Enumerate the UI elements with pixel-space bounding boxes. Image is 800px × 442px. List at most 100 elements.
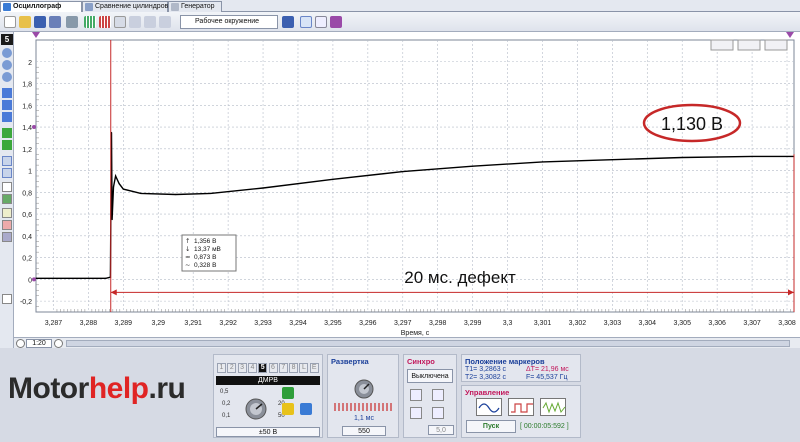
zoom-out-icon[interactable] <box>2 60 12 70</box>
sync-mode-select[interactable]: Выключена <box>407 369 453 383</box>
watermark-part1: Motor <box>8 372 89 405</box>
volt-dial[interactable] <box>234 387 278 427</box>
channel-button-2[interactable]: 2 <box>227 363 237 373</box>
level-marker <box>32 125 36 130</box>
measure-icon[interactable] <box>2 194 12 204</box>
tab-generator[interactable]: Генератор <box>168 1 222 12</box>
readout-min-icon: ↓ <box>185 245 190 253</box>
zoom-reset-icon[interactable] <box>2 72 12 82</box>
sweep-value-input[interactable]: 550 <box>342 426 386 436</box>
new-file-icon[interactable] <box>4 16 16 28</box>
save-as-icon[interactable] <box>49 16 61 28</box>
layout-icon[interactable] <box>330 16 342 28</box>
settings-button[interactable] <box>300 403 312 415</box>
y-tick-label: 0,6 <box>22 212 32 219</box>
y-tick-label: 1 <box>28 169 32 176</box>
zoom-icon[interactable] <box>315 16 327 28</box>
voltage-annotation: 1,130 В <box>661 114 723 134</box>
channel-button-E[interactable]: E <box>309 363 319 373</box>
channel-group: 12345678LE ДМРВ 0,5 0,2 0,1 20 50 ±50 В <box>213 354 323 438</box>
environment-select[interactable]: Рабочее окружение <box>180 15 278 29</box>
open-folder-icon[interactable] <box>19 16 31 28</box>
sync-rising-icon[interactable] <box>410 389 422 401</box>
marker-t1-button <box>710 39 734 51</box>
series-point <box>122 188 124 190</box>
cylinder-icon <box>85 3 93 11</box>
sweep-dial[interactable] <box>342 369 386 405</box>
save-icon[interactable] <box>34 16 46 28</box>
x-tick-label: 3,307 <box>743 320 761 327</box>
zoom-in-icon[interactable] <box>2 48 12 58</box>
y-tick-label: 0,8 <box>22 190 32 197</box>
filter-icon[interactable] <box>2 220 12 230</box>
mode-sine-button[interactable] <box>476 398 502 416</box>
series-point <box>751 155 753 158</box>
channel-button-7[interactable]: 7 <box>278 363 288 373</box>
series-point <box>611 159 613 161</box>
x-tick-label: 3,303 <box>604 320 622 327</box>
arrow-up-icon[interactable] <box>2 88 12 98</box>
tab-cylinder-compare[interactable]: Сравнение цилиндров <box>82 1 168 12</box>
watermark-part3: .ru <box>148 372 186 405</box>
start-button[interactable]: Пуск <box>466 420 516 433</box>
channel-button-8[interactable]: 8 <box>289 363 299 373</box>
channel-button-6[interactable]: 6 <box>268 363 278 373</box>
oscillogram-chart[interactable]: 2 1,8 1,6 1,4 1,2 1 0,8 0,6 0,4 0,2 0 -0,2 3,287 3,28… <box>14 32 800 337</box>
arrow-down-icon[interactable] <box>2 112 12 122</box>
channel-button-1[interactable]: 1 <box>217 363 226 373</box>
sync-pulse-icon[interactable] <box>410 407 422 419</box>
waveform-2-icon[interactable] <box>99 16 111 28</box>
save-environment-icon[interactable] <box>282 16 294 28</box>
control-title: Управление <box>465 388 510 397</box>
zoom-in-time-icon[interactable] <box>54 339 63 348</box>
waveform-1-icon[interactable] <box>84 16 96 28</box>
cursor-pair-icon[interactable] <box>2 168 12 178</box>
arrow-up-small-icon[interactable] <box>2 100 12 110</box>
y-tick-label: 0,2 <box>22 256 32 263</box>
y-tick-label: 1,4 <box>22 125 32 132</box>
readout-min: 13,37 мВ <box>194 246 221 253</box>
power-button[interactable] <box>282 387 294 399</box>
channel-button-5[interactable]: 5 <box>258 363 268 373</box>
text-icon[interactable] <box>2 182 12 192</box>
mode-pulse-button[interactable] <box>508 398 534 416</box>
scroll-left-icon[interactable] <box>2 294 12 304</box>
zoom-out-time-icon[interactable] <box>16 339 25 348</box>
shift-down-icon[interactable] <box>2 140 12 150</box>
waveform-6-icon[interactable] <box>159 16 171 28</box>
volt-range[interactable]: ±50 В <box>216 427 320 437</box>
zero-level-marker <box>32 277 36 282</box>
spectrum-icon[interactable] <box>2 232 12 242</box>
start-label: Пуск <box>482 423 500 430</box>
series-point <box>210 192 212 195</box>
mode-noise-button[interactable] <box>540 398 566 416</box>
x-tick-label: 3,294 <box>289 320 307 327</box>
cursor-icon[interactable] <box>2 156 12 166</box>
sync-level-input[interactable]: 5,0 <box>428 425 454 435</box>
y-tick-label: 2 <box>28 60 32 67</box>
tab-label: Генератор <box>181 3 215 10</box>
waveform-3-icon[interactable] <box>114 16 126 28</box>
trigger-flag <box>786 32 794 38</box>
sync-falling-icon[interactable] <box>432 389 444 401</box>
table-icon[interactable] <box>2 208 12 218</box>
print-icon[interactable] <box>66 16 78 28</box>
elapsed-time: [ 00:00:05:592 ] <box>520 423 569 430</box>
channel-button-3[interactable]: 3 <box>237 363 247 373</box>
waveform-5-icon[interactable] <box>144 16 156 28</box>
channel-button-4[interactable]: 4 <box>247 363 257 373</box>
play-button[interactable] <box>282 403 294 415</box>
channel-button-L[interactable]: L <box>299 363 309 373</box>
y-tick-label: 1,6 <box>22 103 32 110</box>
grid-view-icon[interactable] <box>300 16 312 28</box>
marker-t1: T1= 3,2863 с <box>465 366 507 373</box>
markers-title: Положение маркеров <box>465 357 545 366</box>
series-point <box>105 277 107 279</box>
x-axis-label: Время, с <box>401 330 430 337</box>
waveform-4-icon[interactable] <box>129 16 141 28</box>
sync-edge-icon[interactable] <box>432 407 444 419</box>
time-scrollbar[interactable] <box>66 340 790 347</box>
marker-dt-button <box>764 39 788 51</box>
y-tick-label: 1,2 <box>22 147 32 154</box>
shift-up-icon[interactable] <box>2 128 12 138</box>
